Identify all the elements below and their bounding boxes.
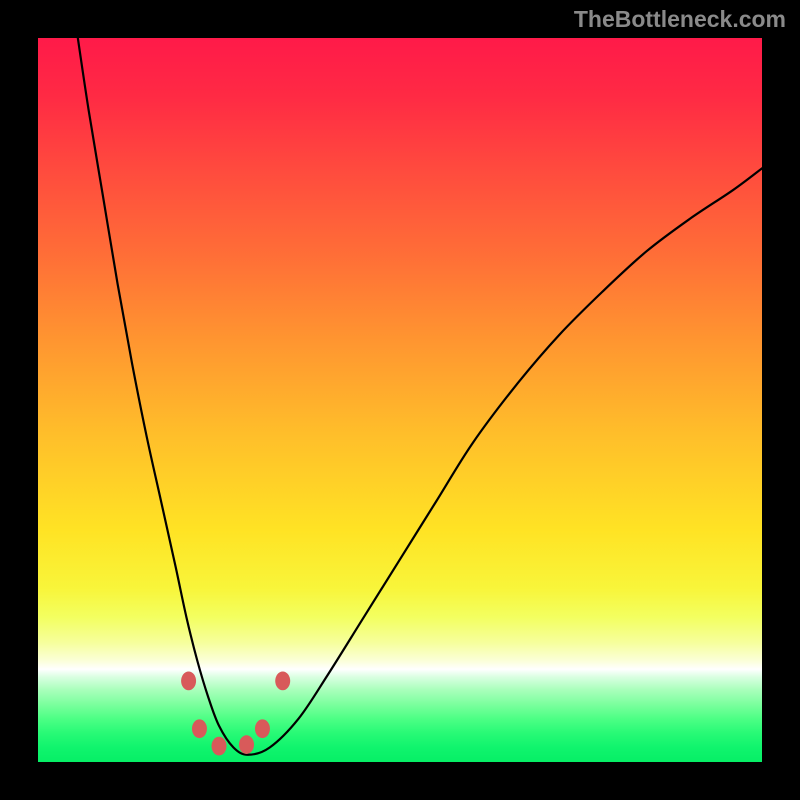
curve-marker <box>255 719 270 738</box>
watermark-text: TheBottleneck.com <box>574 6 786 33</box>
outer-frame: TheBottleneck.com <box>0 0 800 800</box>
marker-group <box>181 672 290 756</box>
bottleneck-curve <box>78 38 762 755</box>
curve-marker <box>275 672 290 691</box>
curve-marker <box>212 737 227 756</box>
curve-marker <box>181 672 196 691</box>
plot-area <box>38 38 762 762</box>
curve-marker <box>192 719 207 738</box>
curve-marker <box>239 735 254 754</box>
chart-svg <box>38 38 762 762</box>
